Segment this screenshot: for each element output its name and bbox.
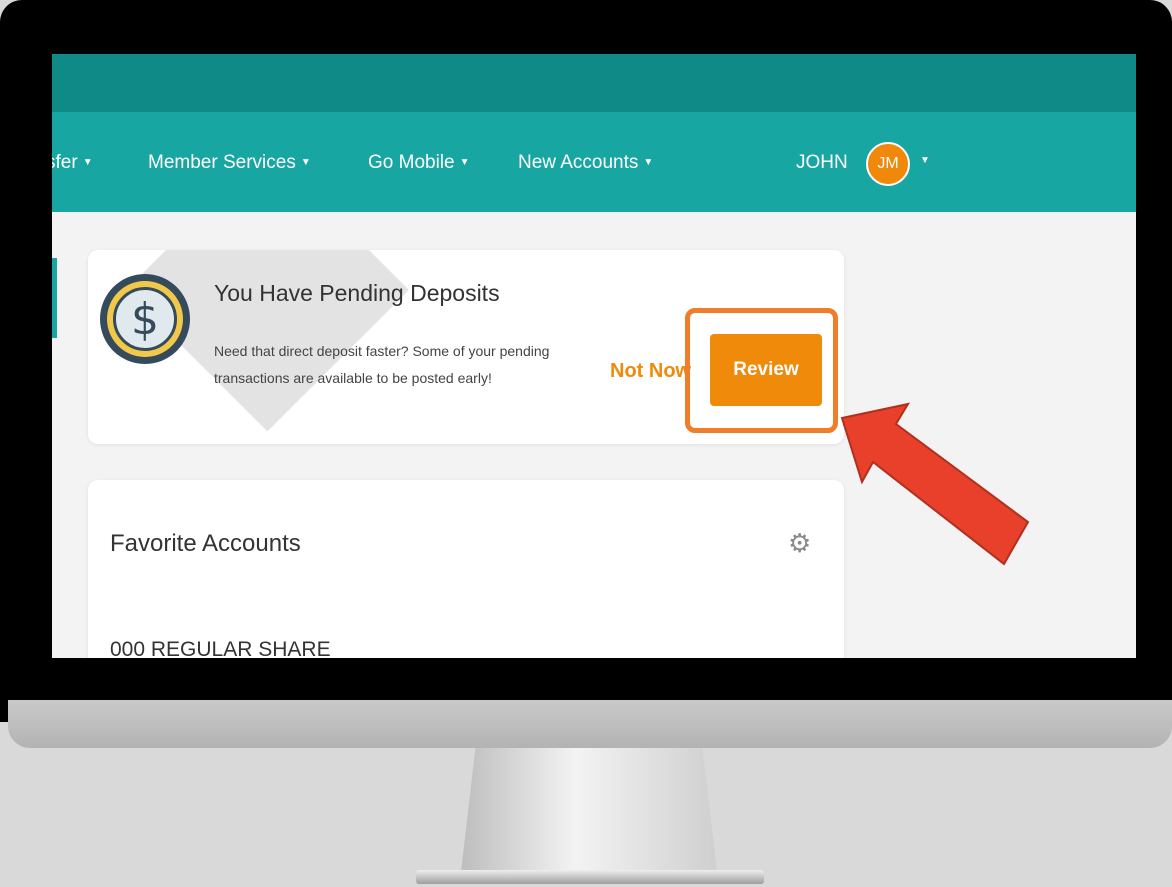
arrow-pointer-icon bbox=[840, 402, 1030, 566]
